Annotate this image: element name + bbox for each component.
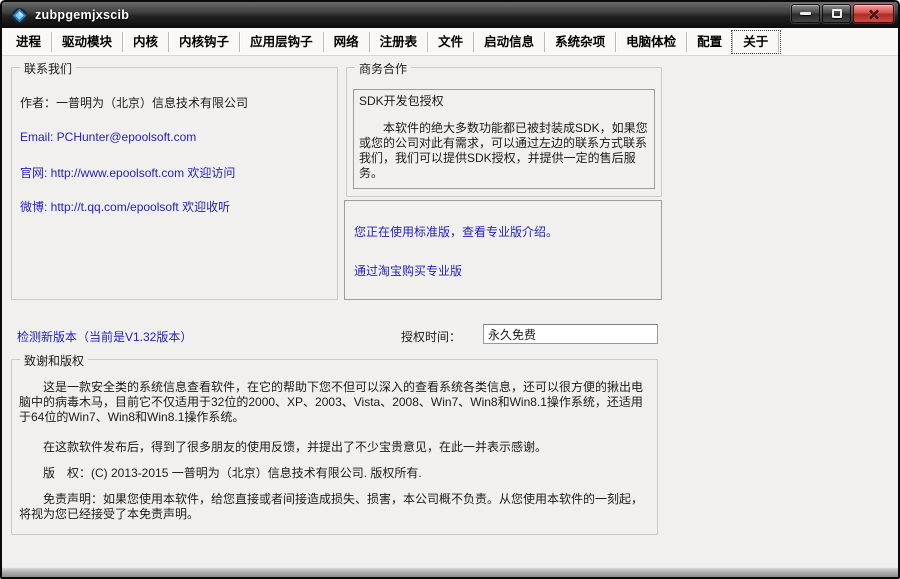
tab-network[interactable]: 网络	[324, 32, 370, 52]
tab-about[interactable]: 关于	[733, 32, 779, 52]
about-panel: 联系我们 作者：一普明为（北京）信息技术有限公司 Email: PCHunter…	[3, 57, 897, 566]
contact-groupbox: 联系我们 作者：一普明为（北京）信息技术有限公司 Email: PCHunter…	[11, 67, 338, 300]
maximize-icon	[832, 9, 842, 18]
weibo-link[interactable]: 微博: http://t.qq.com/epoolsoft 欢迎收听	[20, 198, 230, 215]
contact-group-title: 联系我们	[20, 60, 76, 77]
check-new-version-link[interactable]: 检测新版本（当前是V1.32版本）	[17, 328, 192, 345]
app-icon	[11, 7, 28, 24]
close-icon	[867, 7, 881, 21]
tab-file[interactable]: 文件	[428, 32, 474, 52]
website-link[interactable]: 官网: http://www.epoolsoft.com 欢迎访问	[20, 164, 235, 181]
credits-groupbox: 致谢和版权 这是一款安全类的系统信息查看软件，在它的帮助下您不但可以深入的查看系…	[11, 359, 658, 535]
author-text: 作者：一普明为（北京）信息技术有限公司	[20, 94, 248, 111]
minimize-icon	[800, 12, 811, 15]
minimize-button[interactable]	[791, 4, 820, 23]
tab-driver-module[interactable]: 驱动模块	[52, 32, 123, 52]
tab-system-misc[interactable]: 系统杂项	[545, 32, 616, 52]
tab-pc-checkup[interactable]: 电脑体检	[616, 32, 687, 52]
business-group-title: 商务合作	[355, 60, 411, 77]
credits-group-title: 致谢和版权	[20, 352, 88, 369]
copyright-line: 版 权：(C) 2013-2015 一普明为（北京）信息技术有限公司. 版权所有…	[19, 466, 651, 481]
titlebar[interactable]: zubpgemjxscib	[2, 2, 898, 28]
tab-process[interactable]: 进程	[6, 32, 52, 52]
tab-bar: 进程 驱动模块 内核 内核钩子 应用层钩子 网络 注册表 文件 启动信息 系统杂…	[2, 28, 898, 56]
window-controls	[791, 4, 894, 23]
sdk-license-box: SDK开发包授权 本软件的绝大多数功能都已被封装成SDK，如果您或您的公司对此有…	[353, 89, 655, 189]
sdk-title: SDK开发包授权	[359, 94, 649, 109]
buy-pro-taobao-link[interactable]: 通过淘宝购买专业版	[354, 262, 462, 279]
disclaimer-paragraph: 免责声明：如果您使用本软件，给您直接或者间接造成损失、损害，本公司概不负责。从您…	[19, 492, 651, 522]
app-window: zubpgemjxscib 进程 驱动模块 内核 内核钩子 应用层钩子 网络 注…	[0, 0, 900, 579]
business-groupbox: 商务合作 SDK开发包授权 本软件的绝大多数功能都已被封装成SDK，如果您或您的…	[346, 67, 662, 197]
email-link[interactable]: Email: PCHunter@epoolsoft.com	[20, 130, 196, 144]
close-button[interactable]	[853, 4, 894, 23]
license-time-label: 授权时间：	[401, 328, 461, 345]
tab-registry[interactable]: 注册表	[370, 32, 429, 52]
license-time-field[interactable]	[483, 324, 658, 344]
window-title: zubpgemjxscib	[35, 8, 129, 22]
tab-kernel-hooks[interactable]: 内核钩子	[169, 32, 240, 52]
tab-config[interactable]: 配置	[687, 32, 733, 52]
sdk-description: 本软件的绝大多数功能都已被封装成SDK，如果您或您的公司对此有需求，可以通过左边…	[359, 121, 649, 181]
view-pro-edition-link[interactable]: 您正在使用标准版，查看专业版介绍。	[354, 223, 558, 240]
tab-startup-info[interactable]: 启动信息	[474, 32, 545, 52]
maximize-button[interactable]	[822, 4, 851, 23]
credits-thanks-paragraph: 在这款软件发布后，得到了很多朋友的使用反馈，并提出了不少宝贵意见，在此一并表示感…	[19, 440, 651, 455]
tab-kernel[interactable]: 内核	[123, 32, 169, 52]
edition-box: 您正在使用标准版，查看专业版介绍。 通过淘宝购买专业版	[344, 200, 662, 300]
window-bottom-frame	[2, 567, 898, 577]
credits-intro-paragraph: 这是一款安全类的系统信息查看软件，在它的帮助下您不但可以深入的查看系统各类信息，…	[19, 380, 651, 425]
tab-application-hooks[interactable]: 应用层钩子	[240, 32, 324, 52]
